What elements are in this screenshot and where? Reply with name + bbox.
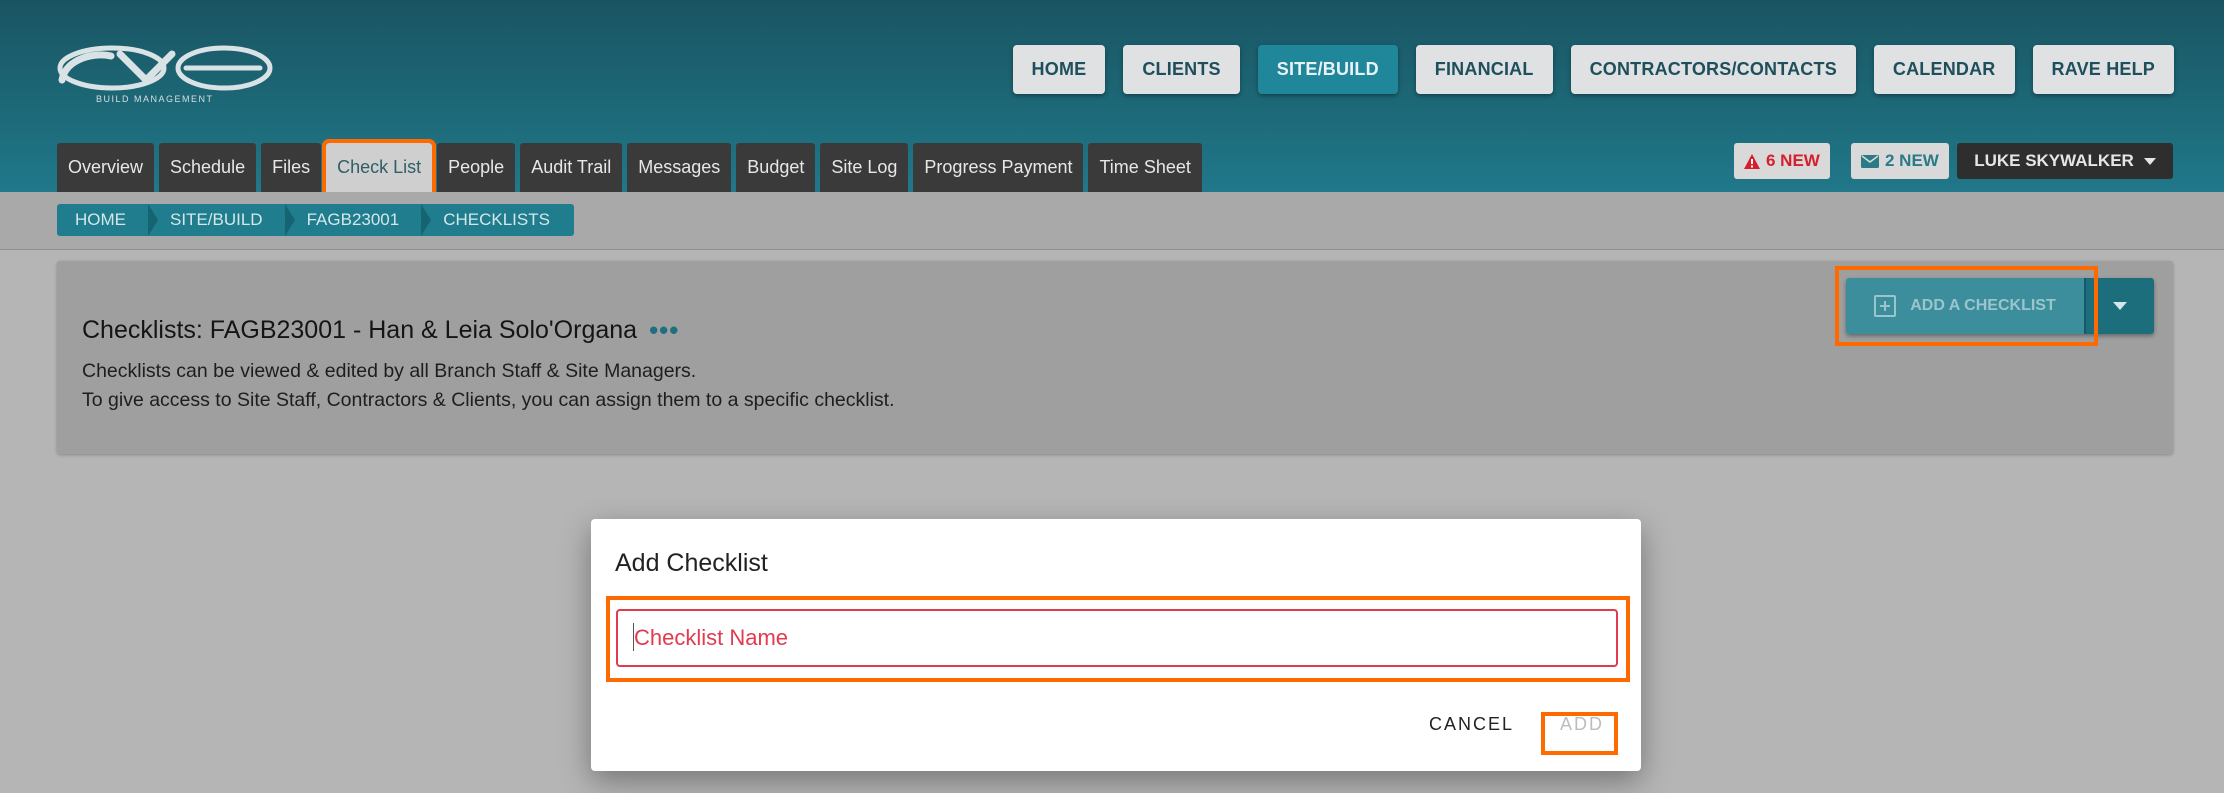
description-line-1: Checklists can be viewed & edited by all… [82,360,697,382]
tab-messages[interactable]: Messages [627,143,732,192]
user-menu[interactable]: LUKE SKYWALKER [1957,143,2173,179]
breadcrumb-job[interactable]: FAGB23001 [287,204,431,236]
description-line-2: To give access to Site Staff, Contractor… [82,389,895,411]
tab-schedule[interactable]: Schedule [159,143,257,192]
more-options-icon[interactable]: ••• [649,315,679,346]
page-title-text: Checklists: FAGB23001 - Han & Leia Solo'… [82,316,638,344]
nav-clients[interactable]: CLIENTS [1123,45,1240,94]
add-checklist-highlight [1835,266,2098,346]
add-checklist-dialog: Add Checklist CANCEL ADD [591,519,1641,771]
alerts-badge[interactable]: 6 NEW [1734,143,1830,179]
tab-audit-trail[interactable]: Audit Trail [520,143,623,192]
tab-progress-payment[interactable]: Progress Payment [913,143,1084,192]
tab-budget[interactable]: Budget [736,143,816,192]
cancel-button[interactable]: CANCEL [1429,714,1514,735]
chevron-down-icon [2113,302,2127,310]
dialog-title: Add Checklist [615,549,768,577]
nav-rave-help[interactable]: RAVE HELP [2032,45,2174,94]
tab-time-sheet[interactable]: Time Sheet [1088,143,1202,192]
user-name: LUKE SKYWALKER [1974,151,2134,170]
chevron-down-icon [2143,157,2156,165]
messages-badge[interactable]: 2 NEW [1851,143,1949,179]
page-description: Checklists can be viewed & edited by all… [82,357,895,415]
breadcrumb-checklists[interactable]: CHECKLISTS [423,204,574,236]
breadcrumb-home[interactable]: HOME [57,204,158,236]
messages-count: 2 NEW [1885,151,1939,170]
breadcrumb-site-build[interactable]: SITE/BUILD [150,204,295,236]
add-button[interactable]: ADD [1560,714,1604,735]
app-header: BUILD MANAGEMENT HOME CLIENTS SITE/BUILD… [0,0,2224,196]
text-cursor [633,623,634,651]
checklist-name-input[interactable] [616,609,1618,667]
tab-overview[interactable]: Overview [57,143,155,192]
nav-contractors-contacts[interactable]: CONTRACTORS/CONTACTS [1570,45,1856,94]
nav-home[interactable]: HOME [1012,45,1106,94]
nav-calendar[interactable]: CALENDAR [1873,45,2015,94]
top-navigation: HOME CLIENTS SITE/BUILD FINANCIAL CONTRA… [1012,45,2174,94]
tab-people[interactable]: People [437,143,516,192]
tab-site-log[interactable]: Site Log [820,143,909,192]
tab-check-list[interactable]: Check List [322,139,437,196]
nav-financial[interactable]: FINANCIAL [1415,45,1553,94]
envelope-icon [1861,154,1879,168]
site-tabs: Overview Schedule Files Check List Peopl… [57,139,1202,196]
rave-logo[interactable]: BUILD MANAGEMENT [56,40,276,106]
breadcrumb: HOME SITE/BUILD FAGB23001 CHECKLISTS [57,204,574,236]
warning-icon [1744,153,1760,169]
logo-subtitle: BUILD MANAGEMENT [96,94,214,104]
page-title: Checklists: FAGB23001 - Han & Leia Solo'… [82,315,679,346]
nav-site-build[interactable]: SITE/BUILD [1257,45,1398,94]
tab-files[interactable]: Files [261,143,322,192]
alerts-count: 6 NEW [1766,151,1820,170]
